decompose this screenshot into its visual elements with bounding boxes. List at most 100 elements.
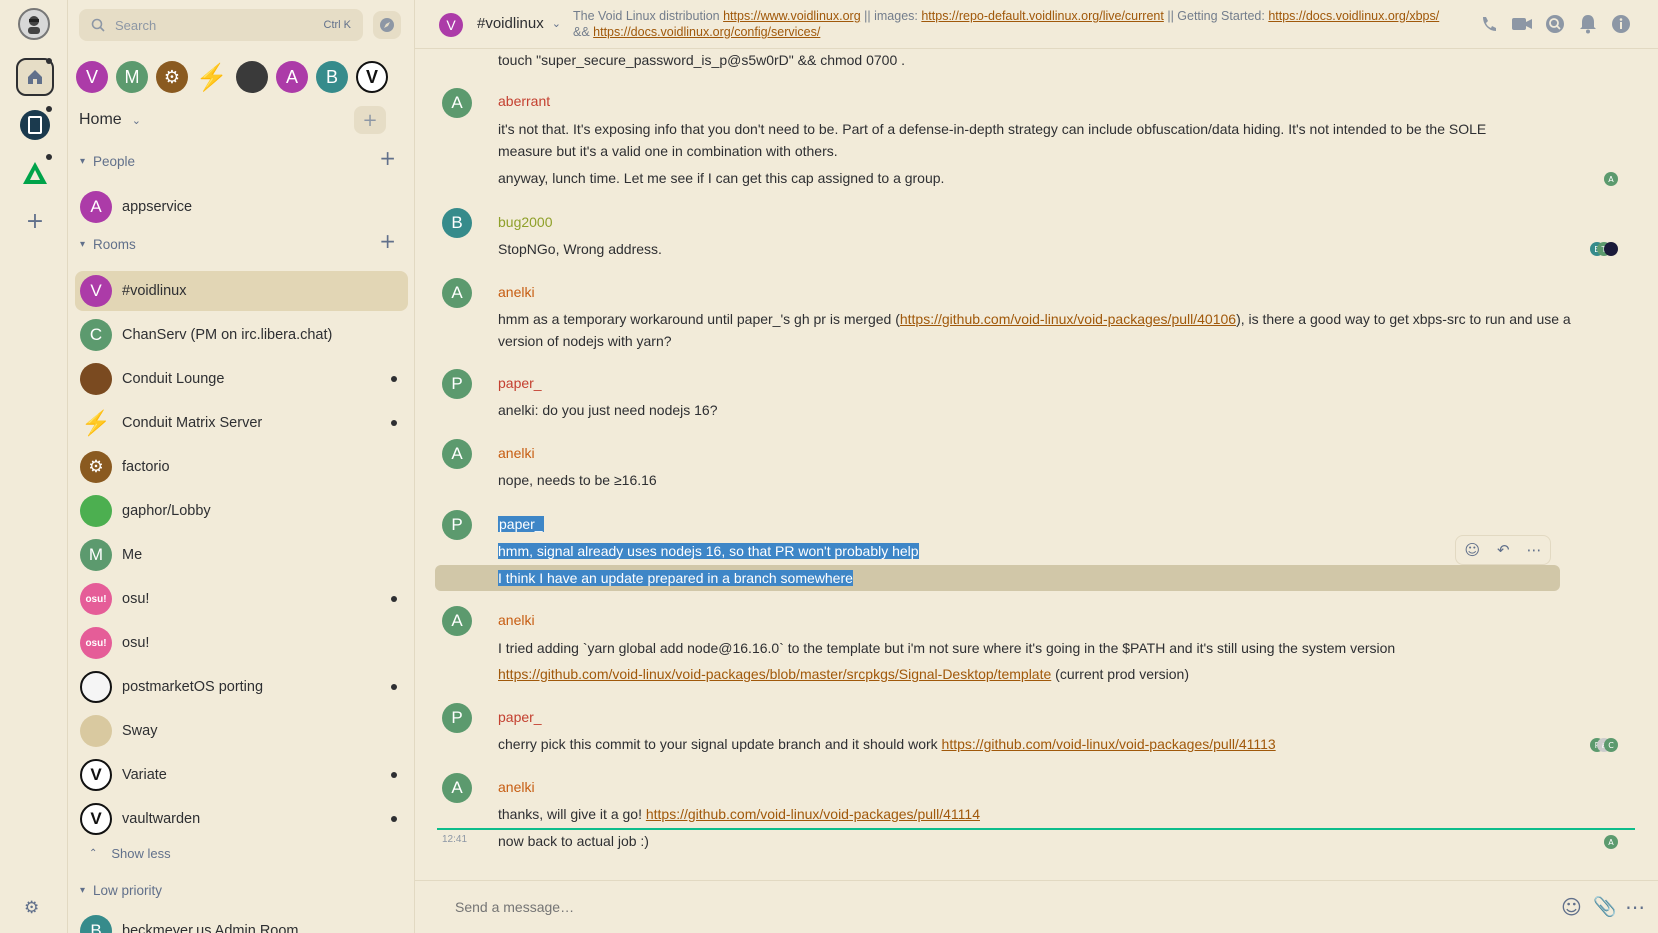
room-name: vaultwarden (122, 811, 201, 827)
recent-avatar[interactable]: B (316, 61, 348, 93)
low-priority-section-header[interactable]: ▾ Low priority (80, 883, 162, 898)
emoji-icon[interactable]: ☺ (1561, 895, 1582, 919)
voice-call-icon[interactable] (1478, 13, 1500, 35)
message-link[interactable]: https://github.com/void-linux/void-packa… (942, 736, 1276, 752)
chevron-down-icon: ⌄ (551, 18, 561, 30)
unread-dot (391, 684, 397, 690)
room-name: ChanServ (PM on irc.libera.chat) (122, 327, 333, 343)
avatar: ⚙ (80, 451, 112, 483)
avatar: V (80, 803, 112, 835)
search-placeholder: Search (115, 17, 157, 33)
settings-gear-icon[interactable]: ⚙ (24, 898, 39, 918)
sender-name[interactable]: anelki (498, 445, 535, 461)
room-name-button[interactable]: #voidlinux ⌄ (477, 15, 561, 32)
room-me[interactable]: M Me (75, 535, 408, 575)
avatar (80, 671, 112, 703)
room-name: Variate (122, 767, 167, 783)
message-body: https://github.com/void-linux/void-packa… (498, 666, 1189, 682)
room-header: V #voidlinux ⌄ The Void Linux distributi… (415, 0, 1658, 49)
sender-name[interactable]: bug2000 (498, 214, 553, 230)
sender-avatar[interactable]: A (442, 278, 472, 308)
sender-avatar[interactable]: P (442, 369, 472, 399)
sender-name[interactable]: paper_ (498, 516, 544, 532)
room-factorio[interactable]: ⚙ factorio (75, 447, 408, 487)
message-link[interactable]: https://github.com/void-linux/void-packa… (900, 311, 1236, 327)
sender-name[interactable]: paper_ (498, 375, 542, 391)
options-ellipsis-icon[interactable]: ⋯ (1527, 541, 1542, 559)
add-room-button[interactable]: + (354, 106, 386, 134)
recent-avatar[interactable]: M (116, 61, 148, 93)
room-vaultwarden[interactable]: Vvaultwarden (75, 799, 408, 839)
topic-link[interactable]: https://docs.voidlinux.org/config/servic… (593, 25, 820, 39)
reply-icon[interactable]: ↶ (1497, 541, 1510, 559)
sender-name[interactable]: paper_ (498, 709, 542, 725)
read-receipt[interactable]: A (1604, 835, 1618, 849)
sender-avatar[interactable]: B (442, 208, 472, 238)
recent-avatar[interactable]: ⚙ (156, 61, 188, 93)
room-postmarketos-porting[interactable]: postmarketOS porting (75, 667, 408, 707)
room-osu[interactable]: osu! osu! (75, 623, 408, 663)
message-link[interactable]: https://github.com/void-linux/void-packa… (646, 806, 980, 822)
sender-name[interactable]: anelki (498, 779, 535, 795)
sender-avatar[interactable]: A (442, 773, 472, 803)
search-icon[interactable] (1544, 13, 1566, 35)
message-body: hmm, signal already uses nodejs 16, so t… (498, 543, 919, 559)
room-info-icon[interactable] (1610, 13, 1632, 35)
people-section-header[interactable]: ▾ People (80, 154, 135, 169)
add-person-button[interactable]: + (379, 148, 396, 168)
room-conduit-lounge[interactable]: Conduit Lounge (75, 359, 408, 399)
home-title[interactable]: Home ⌄ (79, 111, 141, 129)
more-options-icon[interactable]: ⋯ (1625, 895, 1645, 919)
room-name: postmarketOS porting (122, 679, 264, 695)
recent-avatar[interactable]: A (276, 61, 308, 93)
sender-avatar[interactable]: P (442, 703, 472, 733)
person-appservice[interactable]: A appservice (75, 187, 408, 227)
sender-avatar[interactable]: A (442, 606, 472, 636)
room-osu[interactable]: osu! osu! (75, 579, 408, 619)
room-conduit-matrix-server[interactable]: ⚡ Conduit Matrix Server (75, 403, 408, 443)
message-action-bar: ☺ ↶ ⋯ (1455, 535, 1551, 565)
recent-avatar[interactable]: V (356, 61, 388, 93)
explore-rooms-button[interactable] (373, 11, 401, 39)
sender-avatar[interactable]: P (442, 510, 472, 540)
room-variate[interactable]: V Variate (75, 755, 408, 795)
topic-link[interactable]: https://repo-default.voidlinux.org/live/… (921, 9, 1164, 23)
add-room-plus[interactable]: + (379, 231, 396, 251)
topic-link[interactable]: https://www.voidlinux.org (723, 9, 861, 23)
room-gaphor-lobby[interactable]: gaphor/Lobby (75, 491, 408, 531)
message-composer: ☺ 📎 ⋯ (415, 880, 1658, 933)
room-beckmeyer-admin[interactable]: B beckmeyer.us Admin Room (75, 911, 408, 933)
sender-name[interactable]: anelki (498, 284, 535, 300)
room-name: #voidlinux (122, 283, 187, 299)
create-space-button[interactable]: + (16, 202, 54, 240)
recent-avatar[interactable]: V (76, 61, 108, 93)
room-sway[interactable]: Sway (75, 711, 408, 751)
chevron-up-icon: ⌃ (89, 848, 98, 859)
attachment-paperclip-icon[interactable]: 📎 (1593, 895, 1617, 918)
search-icon (91, 18, 105, 32)
show-less-button[interactable]: ⌃ Show less (89, 846, 171, 861)
recent-avatar[interactable] (236, 61, 268, 93)
sender-name[interactable]: anelki (498, 612, 535, 628)
read-receipt[interactable]: C (1604, 738, 1618, 752)
recent-avatar[interactable]: ⚡ (196, 61, 228, 93)
sender-avatar[interactable]: A (442, 88, 472, 118)
user-avatar[interactable] (18, 8, 50, 40)
room-avatar[interactable]: V (439, 13, 463, 37)
sender-name[interactable]: aberrant (498, 93, 550, 109)
rooms-section-header[interactable]: ▾ Rooms (80, 237, 136, 252)
notifications-bell-icon[interactable] (1577, 13, 1599, 35)
unread-dot (391, 772, 397, 778)
message-input[interactable] (455, 895, 1455, 919)
read-receipt[interactable]: A (1604, 172, 1618, 186)
read-receipt[interactable] (1604, 242, 1618, 256)
sender-avatar[interactable]: A (442, 439, 472, 469)
message-link[interactable]: https://github.com/void-linux/void-packa… (498, 666, 1051, 682)
react-emoji-icon[interactable]: ☺ (1464, 541, 1480, 559)
room-voidlinux[interactable]: V #voidlinux (75, 271, 408, 311)
room-chanserv-pm-on-irc-libera-chat[interactable]: C ChanServ (PM on irc.libera.chat) (75, 315, 408, 355)
video-call-icon[interactable] (1511, 13, 1533, 35)
avatar (80, 495, 112, 527)
search-box[interactable]: Search Ctrl K (79, 9, 363, 41)
topic-link[interactable]: https://docs.voidlinux.org/xbps/ (1268, 9, 1439, 23)
